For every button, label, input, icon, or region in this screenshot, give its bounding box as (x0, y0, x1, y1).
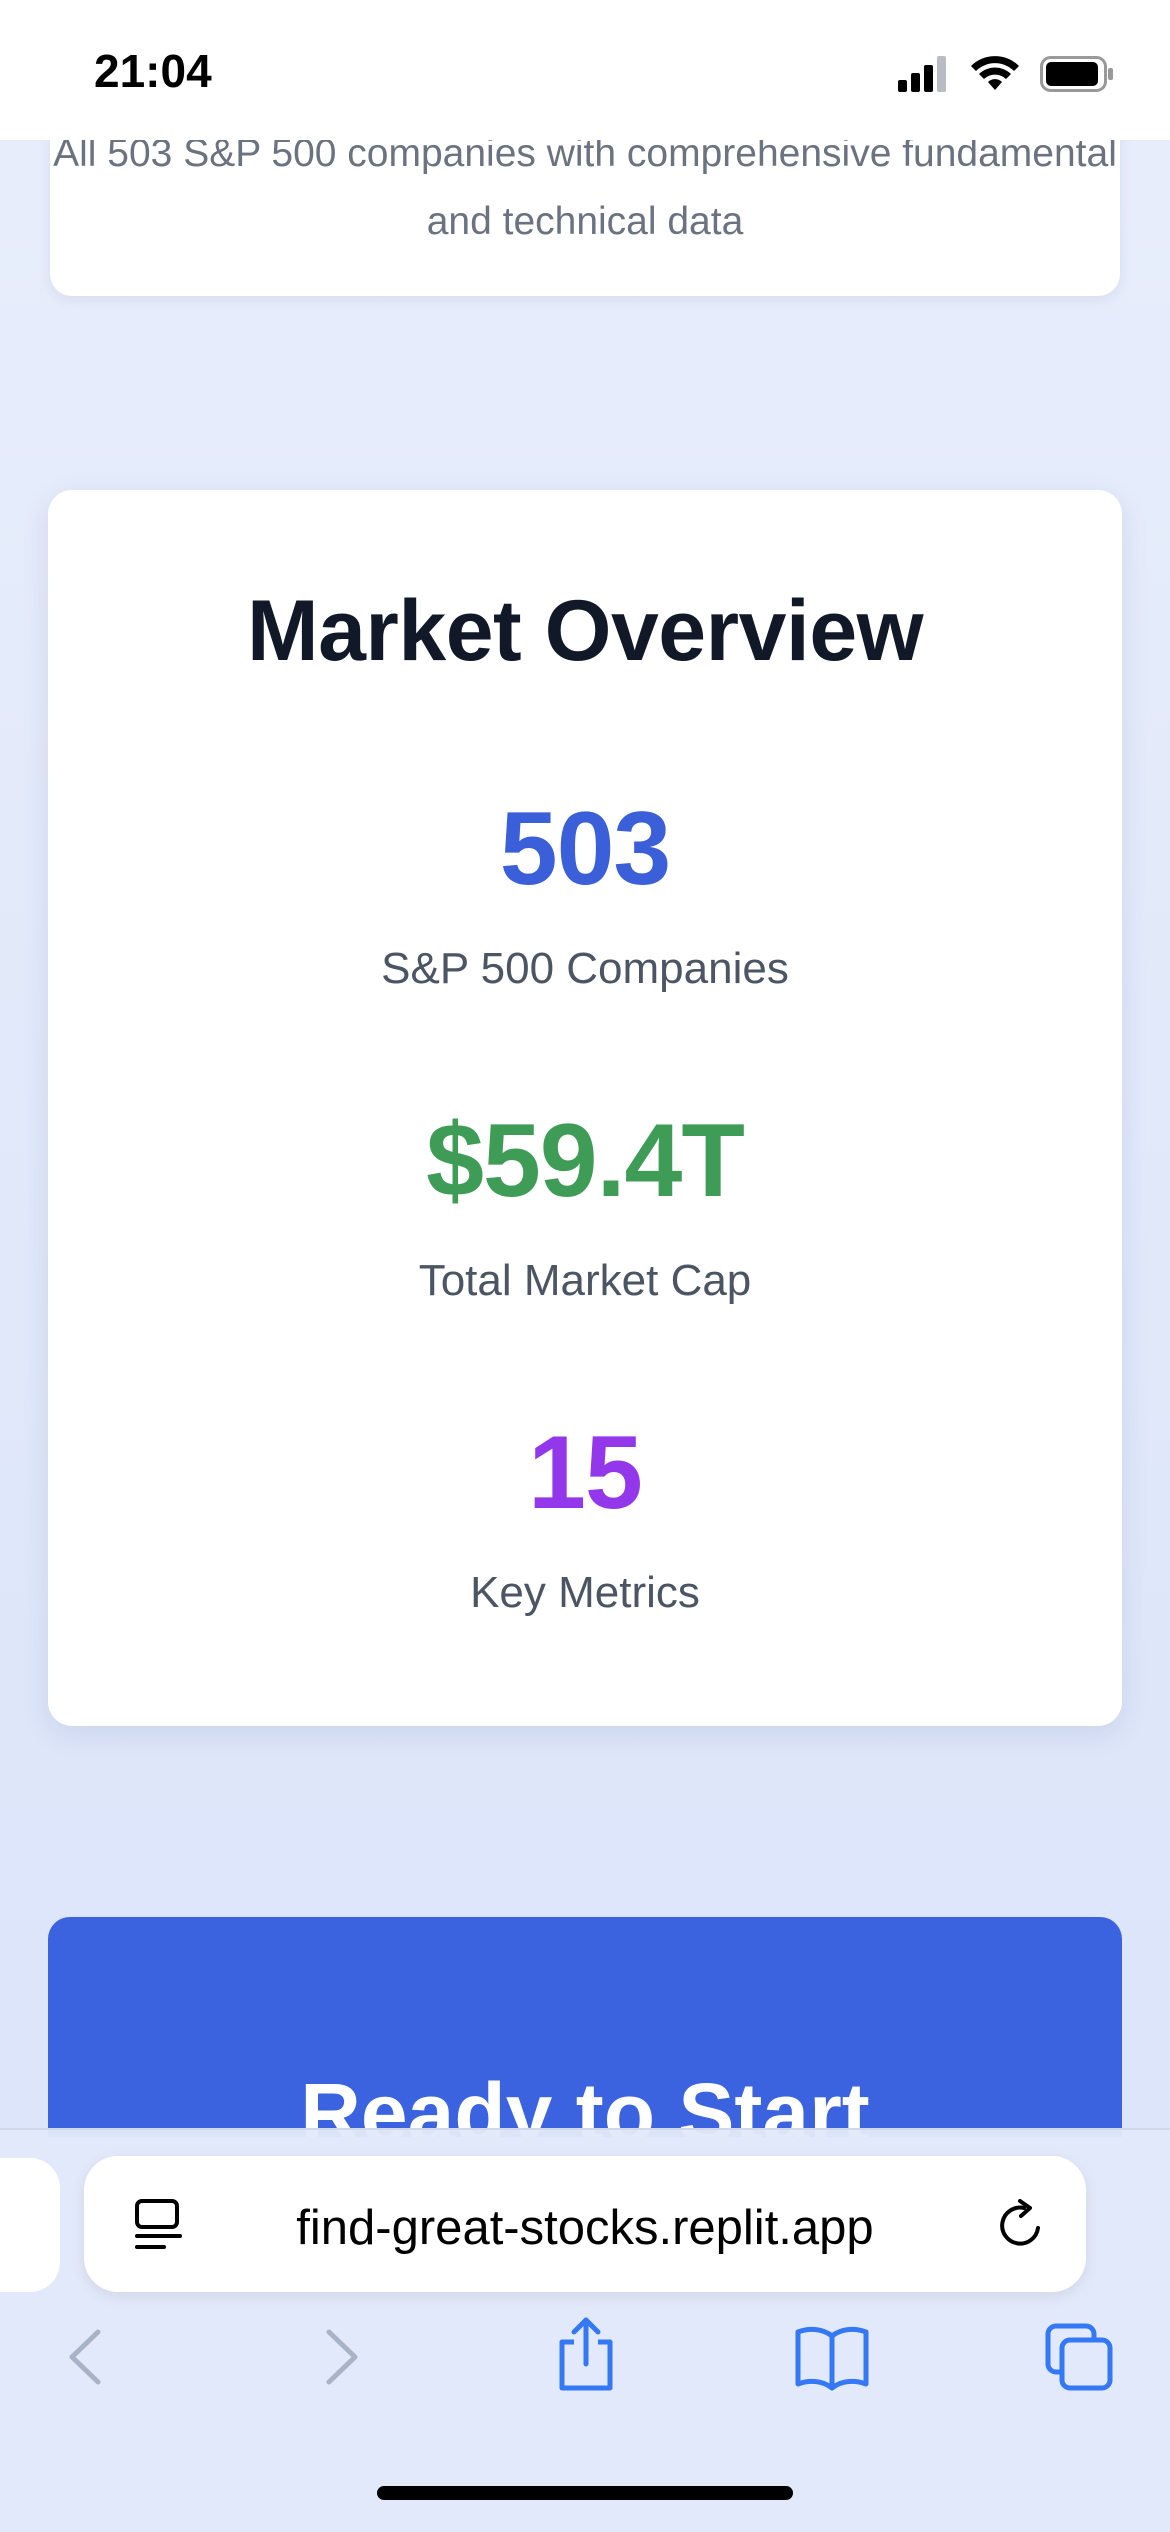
features-description: All 503 S&P 500 companies with comprehen… (53, 132, 1117, 243)
chevron-right-icon[interactable] (305, 2322, 375, 2392)
status-icons (898, 54, 1114, 94)
chevron-left-icon[interactable] (52, 2322, 122, 2392)
key-metrics-value: 15 (528, 1415, 643, 1531)
battery-icon (1040, 56, 1113, 92)
wifi-icon (971, 56, 1019, 90)
companies-count-value: 503 (499, 791, 672, 907)
reload-icon[interactable] (994, 2198, 1048, 2252)
status-time: 21:04 (94, 45, 212, 97)
status-bar: 21:04 (0, 0, 1170, 140)
market-overview-card: Market Overview 503 S&P 500 Companies $5… (48, 490, 1122, 1726)
key-metrics-label: Key Metrics (470, 1568, 700, 1617)
book-icon[interactable] (794, 2322, 870, 2392)
address-bar[interactable]: find-great-stocks.replit.app (84, 2156, 1086, 2292)
previous-tab-preview[interactable] (0, 2158, 60, 2292)
cta-title: Ready to Start (300, 2066, 870, 2137)
market-cap-label: Total Market Cap (418, 1256, 752, 1305)
home-indicator (377, 2486, 793, 2500)
url-text[interactable]: find-great-stocks.replit.app (84, 2200, 1086, 2256)
market-cap-value: $59.4T (426, 1103, 745, 1219)
share-icon[interactable] (550, 2316, 622, 2392)
cellular-signal-icon (898, 56, 946, 92)
market-overview-title: Market Overview (246, 583, 924, 679)
cta-section: Ready to Start (48, 1917, 1122, 2137)
tabs-icon[interactable] (1044, 2322, 1116, 2392)
companies-count-label: S&P 500 Companies (381, 944, 789, 993)
